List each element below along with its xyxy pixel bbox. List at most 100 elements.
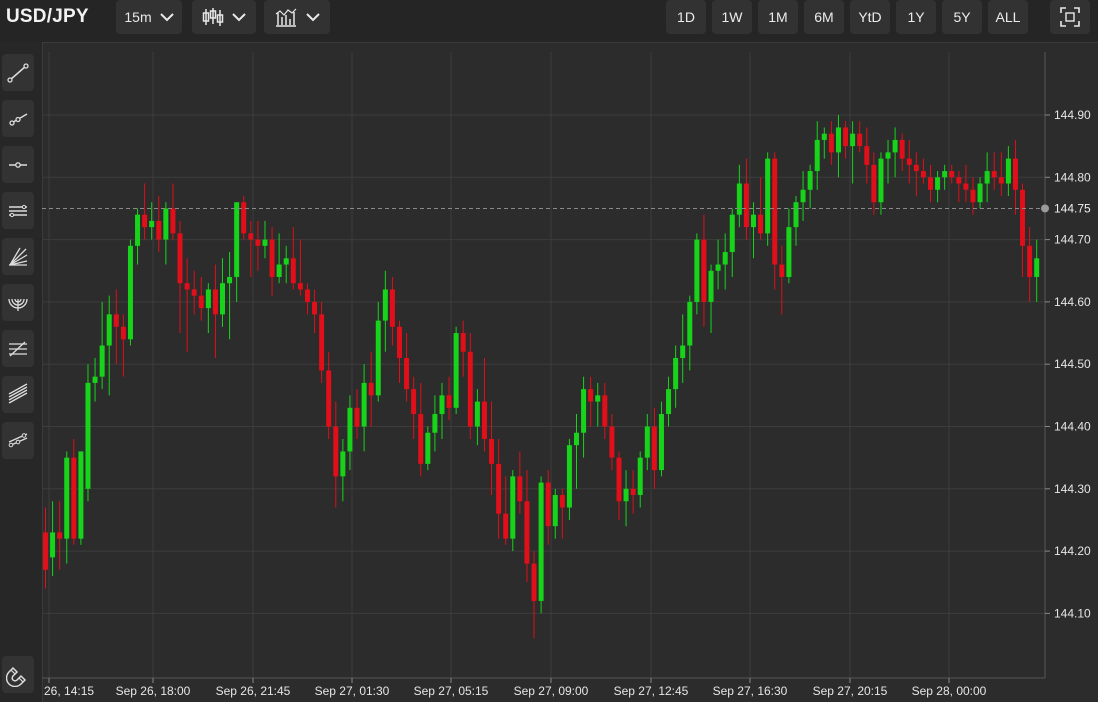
candle-body [326, 370, 332, 427]
candle-body [255, 239, 261, 246]
candle-body [361, 382, 367, 427]
candle-body [935, 177, 941, 190]
y-tick-label: 144.40 [1054, 420, 1091, 434]
candle [1020, 183, 1026, 277]
candle-body [956, 177, 962, 184]
candle-body [92, 376, 98, 383]
candle-body [666, 389, 672, 415]
candle [609, 414, 615, 471]
candle [864, 127, 870, 184]
x-tick-label: Sep 28, 00:00 [912, 684, 987, 698]
candle-body [227, 276, 233, 284]
candle [474, 389, 480, 446]
candle [623, 470, 629, 527]
candle [262, 220, 268, 259]
candle-body [446, 395, 452, 408]
candle [71, 438, 77, 545]
candle [120, 314, 126, 377]
candle [78, 451, 84, 545]
candle [949, 164, 955, 184]
price-chart[interactable]: 144.75 144.10 144.20 144.30 144.40 144.50 144… [0, 0, 1098, 702]
x-tick-label: 26, 14:15 [44, 684, 94, 698]
candle-body [149, 220, 155, 228]
candle-body [800, 189, 806, 203]
candle [319, 301, 325, 383]
candle [496, 438, 502, 539]
candle-body [701, 239, 707, 302]
candle-body [517, 476, 523, 502]
candle [545, 470, 551, 545]
candle-body [496, 463, 502, 514]
candle-body [170, 208, 176, 234]
candle-body [1034, 258, 1040, 277]
candle [57, 501, 63, 570]
candle-body [885, 152, 891, 159]
candle [156, 195, 162, 253]
candle [998, 152, 1004, 196]
candle-body [1027, 245, 1033, 277]
last-price-marker [1041, 204, 1049, 213]
candle [807, 164, 813, 209]
candle [99, 301, 105, 390]
candle-body [283, 258, 289, 265]
candle [935, 171, 941, 203]
candle-body [156, 220, 162, 240]
x-tick-label: Sep 27, 20:15 [813, 684, 888, 698]
candle-body [878, 158, 884, 203]
candle-body [120, 326, 126, 340]
candle [255, 220, 261, 271]
y-tick-label: 144.30 [1054, 482, 1091, 496]
y-tick-label: 144.80 [1054, 170, 1091, 184]
candle-body [198, 295, 204, 309]
candle [326, 351, 332, 439]
candle [821, 127, 827, 159]
candle-body [78, 451, 84, 539]
candle [404, 333, 410, 402]
candle [743, 158, 749, 240]
candle [1012, 139, 1018, 215]
candle-body [1012, 158, 1018, 190]
candle-body [262, 239, 268, 246]
candle [170, 183, 176, 240]
candle [729, 208, 735, 277]
candle-body [467, 351, 473, 427]
candle-body [99, 345, 105, 377]
candle-body [163, 208, 169, 240]
candle [142, 183, 148, 240]
candle-body [680, 345, 686, 358]
candle-body [928, 177, 933, 190]
candle [828, 121, 834, 165]
candle-body [489, 438, 495, 464]
candle-body [758, 214, 764, 234]
candle-body [312, 301, 318, 315]
candle-body [333, 426, 339, 477]
candle-body [871, 164, 877, 203]
candle [559, 488, 565, 539]
candle [1034, 239, 1040, 302]
candle [644, 414, 650, 471]
y-tick-label: 144.50 [1054, 357, 1091, 371]
candle [312, 289, 318, 334]
candle [389, 276, 395, 346]
candle-body [71, 457, 77, 539]
candle-body [673, 357, 679, 390]
candle [772, 152, 778, 290]
candle-body [127, 245, 133, 340]
candle [588, 376, 594, 427]
candle [552, 488, 558, 539]
candle [751, 202, 756, 259]
candle-body [106, 314, 112, 346]
candle [814, 121, 820, 190]
candle-body [340, 451, 346, 477]
candle-body [864, 146, 870, 165]
candle [793, 195, 799, 246]
candle [481, 357, 487, 452]
candle [361, 364, 367, 452]
candle [616, 451, 622, 520]
candle-body [637, 457, 643, 496]
candle-body [694, 239, 700, 302]
x-tick-label: Sep 27, 12:45 [614, 684, 689, 698]
y-tick-label: 144.10 [1054, 606, 1091, 620]
candle [928, 164, 933, 203]
candle [800, 171, 806, 221]
